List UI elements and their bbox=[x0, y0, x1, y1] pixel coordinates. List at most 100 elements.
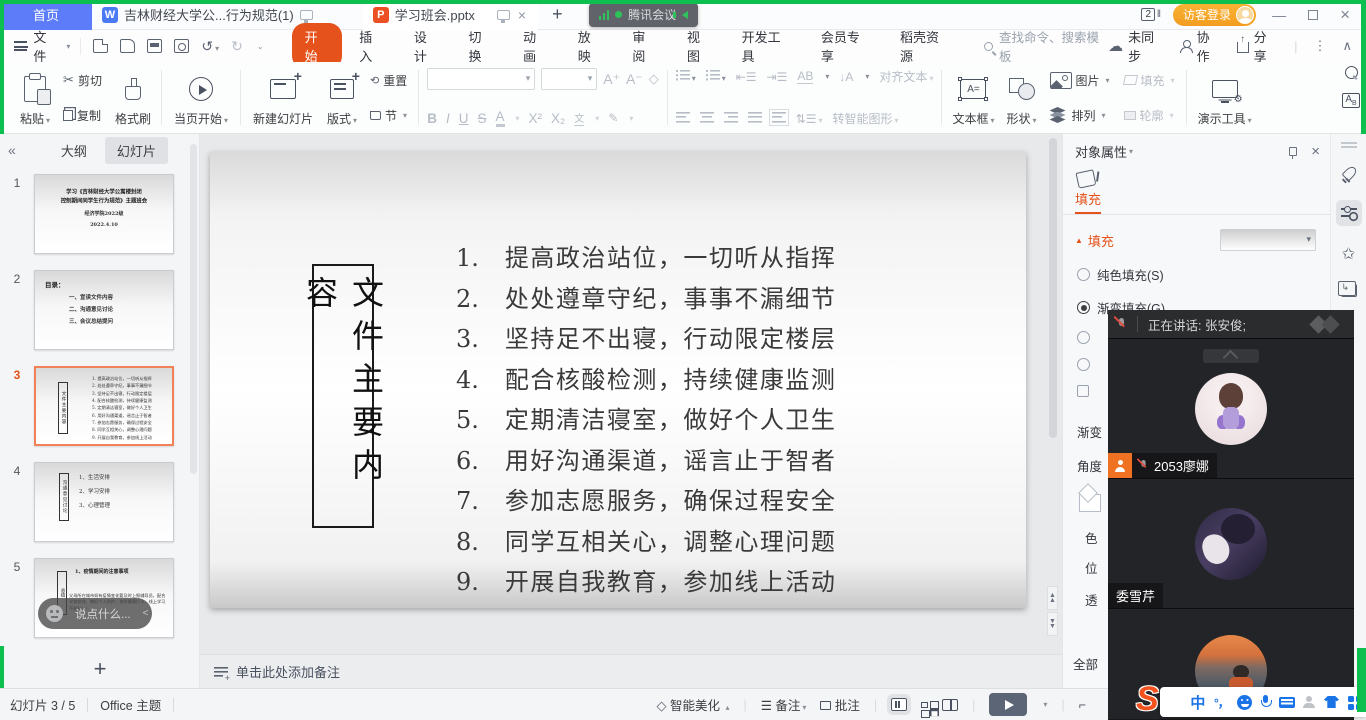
participant-tile-1[interactable]: 2053廖娜 bbox=[1108, 338, 1354, 478]
meeting-chat-bubble[interactable]: 说点什么... < bbox=[38, 598, 152, 629]
toolbox-icon[interactable] bbox=[1348, 696, 1354, 702]
gradient-preset-combo[interactable] bbox=[1220, 229, 1316, 251]
superscript-button[interactable]: X² bbox=[529, 111, 543, 126]
print-icon[interactable] bbox=[147, 39, 162, 53]
collaborate-button[interactable]: 协作 bbox=[1180, 27, 1221, 65]
bold-button[interactable]: B bbox=[427, 111, 437, 126]
replace-icon[interactable]: AB bbox=[1342, 93, 1359, 108]
fullscreen-icon[interactable]: ⌐ bbox=[1079, 698, 1086, 712]
normal-view-button[interactable] bbox=[891, 698, 907, 711]
highlight-button[interactable]: ✎ bbox=[608, 111, 618, 125]
font-color-button[interactable]: A bbox=[496, 109, 505, 127]
slide-thumbnail-3-selected[interactable]: 3 文件主要内容 提高政治站位，一切听从指挥处处遵章守纪，事事不漏细节坚持足不出… bbox=[0, 366, 199, 446]
account-icon[interactable] bbox=[1303, 696, 1315, 708]
soft-keyboard-icon[interactable] bbox=[1279, 697, 1295, 708]
slide-content-list[interactable]: 提高政治站位，一切听从指挥处处遵章守纪，事事不漏细节坚持足不出寝，行动限定楼层配… bbox=[456, 238, 836, 603]
notes-bar[interactable]: 单击此处添加备注 bbox=[200, 654, 1062, 688]
home-tab[interactable]: 首页 bbox=[0, 0, 92, 30]
cut-button[interactable]: ✂剪切 bbox=[60, 70, 105, 91]
font-size-combo[interactable] bbox=[541, 68, 597, 90]
command-search[interactable]: 查找命令、搜索模板 bbox=[984, 27, 1108, 65]
close-button[interactable]: × bbox=[1334, 5, 1356, 25]
strikethrough-button[interactable]: S bbox=[478, 111, 487, 126]
sidebar-scrollbar[interactable] bbox=[190, 144, 197, 474]
picture-button[interactable]: 图片▾ bbox=[1047, 70, 1113, 91]
slideshow-play-button[interactable] bbox=[989, 693, 1027, 716]
play-from-current-button[interactable]: 当页开始▾ bbox=[170, 67, 232, 129]
distribute-icon[interactable] bbox=[772, 112, 786, 126]
file-menu-button[interactable]: 文件 ▾ bbox=[0, 27, 80, 65]
play-options-icon[interactable]: ▾ bbox=[1043, 700, 1047, 709]
collapse-panel-button[interactable]: « bbox=[8, 142, 16, 158]
shapes-button[interactable]: 形状▾ bbox=[1004, 67, 1038, 129]
subscript-button[interactable]: X₂ bbox=[551, 111, 565, 126]
new-slide-button[interactable]: 新建幻灯片 bbox=[249, 67, 317, 129]
presentation-tools-button[interactable]: 演示工具▾ bbox=[1195, 67, 1255, 129]
align-right-icon[interactable] bbox=[724, 112, 738, 126]
clear-format-icon[interactable]: ◇ bbox=[649, 71, 659, 87]
slides-tab[interactable]: 幻灯片 bbox=[105, 137, 168, 164]
outline-button[interactable]: 轮廓▾ bbox=[1121, 105, 1178, 126]
line-spacing-button[interactable]: ⇅☰▾ bbox=[796, 112, 823, 126]
slide-vertical-title[interactable]: 文件主要内容 bbox=[312, 264, 374, 528]
next-slide-button[interactable]: ▼▼ bbox=[1047, 612, 1058, 636]
ime-punctuation-toggle[interactable]: °， bbox=[1214, 694, 1229, 711]
quick-tools-icon[interactable] bbox=[1341, 166, 1357, 182]
share-button[interactable]: 分享 bbox=[1237, 27, 1278, 65]
sync-status-button[interactable]: ☁未同步 bbox=[1108, 27, 1164, 65]
vertical-text-button[interactable]: ↓A bbox=[839, 70, 853, 84]
solid-fill-option[interactable]: 纯色填充(S) bbox=[1077, 265, 1330, 284]
fill-button[interactable]: 填充▾ bbox=[1121, 70, 1178, 91]
phonetic-guide-button[interactable]: 文 bbox=[574, 110, 584, 126]
previous-slide-button[interactable]: ▲▲ bbox=[1047, 586, 1058, 610]
copy-button[interactable]: 复制 bbox=[60, 105, 105, 126]
participant-tile-2[interactable]: 委雪芹 bbox=[1108, 478, 1354, 608]
font-family-combo[interactable] bbox=[427, 68, 535, 90]
slide-sorter-view-button[interactable] bbox=[921, 702, 928, 708]
paste-button[interactable]: 粘贴▾ bbox=[18, 67, 52, 129]
increase-indent-icon[interactable]: ⇥☰ bbox=[767, 70, 788, 84]
tab-close-icon[interactable]: × bbox=[516, 7, 528, 23]
text-direction-button[interactable]: AB bbox=[797, 69, 813, 84]
emoji-picker-icon[interactable] bbox=[1237, 695, 1252, 710]
slide-thumbnail-4[interactable]: 4 沟通意见讨论 1、生活安排2、学习安排3、心理管理 bbox=[0, 462, 199, 542]
numbering-button[interactable]: ▾ bbox=[706, 69, 726, 84]
window-list-button[interactable]: 2 bbox=[1141, 8, 1155, 21]
section-button[interactable]: 节▾ bbox=[367, 105, 410, 126]
new-tab-button[interactable]: + bbox=[538, 4, 577, 25]
reset-button[interactable]: ⟲重置 bbox=[367, 70, 410, 91]
customize-quick-access-icon[interactable]: ⌄ bbox=[257, 42, 264, 51]
decrease-indent-icon[interactable]: ⇤☰ bbox=[736, 70, 757, 84]
undo-icon[interactable]: ↺▾ bbox=[201, 38, 219, 55]
emoji-face-icon[interactable] bbox=[46, 605, 63, 622]
decrease-font-icon[interactable]: A⁻ bbox=[626, 71, 643, 88]
skin-icon[interactable] bbox=[1324, 696, 1339, 708]
tencent-meeting-window[interactable]: 正在讲话: 张安俊; 2053廖娜 委雪芹 bbox=[1108, 310, 1354, 720]
reading-view-button[interactable] bbox=[942, 699, 958, 711]
slide-thumbnail-2[interactable]: 2 目录： 一、宣读文件内容二、沟通意见讨论三、会议总结提问 bbox=[0, 270, 199, 350]
align-left-icon[interactable] bbox=[676, 112, 690, 126]
format-painter-button[interactable]: 格式刷 bbox=[113, 67, 153, 129]
close-panel-icon[interactable]: × bbox=[1311, 147, 1320, 157]
notes-toggle-button[interactable]: ☰ 备注▾ bbox=[761, 695, 807, 714]
italic-button[interactable]: I bbox=[446, 111, 450, 126]
more-options-icon[interactable]: ⋮ bbox=[1313, 38, 1326, 54]
guest-login-button[interactable]: 访客登录 bbox=[1173, 4, 1256, 26]
section-collapse-icon[interactable]: ▲ bbox=[1075, 236, 1083, 245]
comments-button[interactable]: 批注 bbox=[820, 695, 860, 714]
collapse-ribbon-icon[interactable]: ∧ bbox=[1342, 38, 1352, 54]
justify-icon[interactable] bbox=[748, 112, 762, 126]
textbox-button[interactable]: A= 文本框▾ bbox=[950, 67, 996, 129]
bullets-button[interactable]: ▾ bbox=[676, 69, 696, 84]
chat-input-placeholder[interactable]: 说点什么... bbox=[75, 606, 131, 622]
effects-icon[interactable]: ✩ bbox=[1342, 244, 1355, 264]
layout-button[interactable]: 版式▾ bbox=[325, 67, 359, 129]
doc-tab-writer[interactable]: W 吉林财经大学公...行为规范(1) bbox=[92, 0, 323, 30]
minimize-button[interactable]: — bbox=[1266, 7, 1292, 23]
editor-scrollbar[interactable]: ▲▲ ▼▼ bbox=[1046, 134, 1058, 654]
theme-name[interactable]: Office 主题 bbox=[100, 695, 161, 714]
align-text-button[interactable]: 对齐文本▾ bbox=[879, 68, 933, 85]
save-icon[interactable] bbox=[93, 39, 108, 53]
increase-font-icon[interactable]: A⁺ bbox=[603, 71, 620, 88]
gradient-stop-icon[interactable] bbox=[1079, 486, 1101, 512]
